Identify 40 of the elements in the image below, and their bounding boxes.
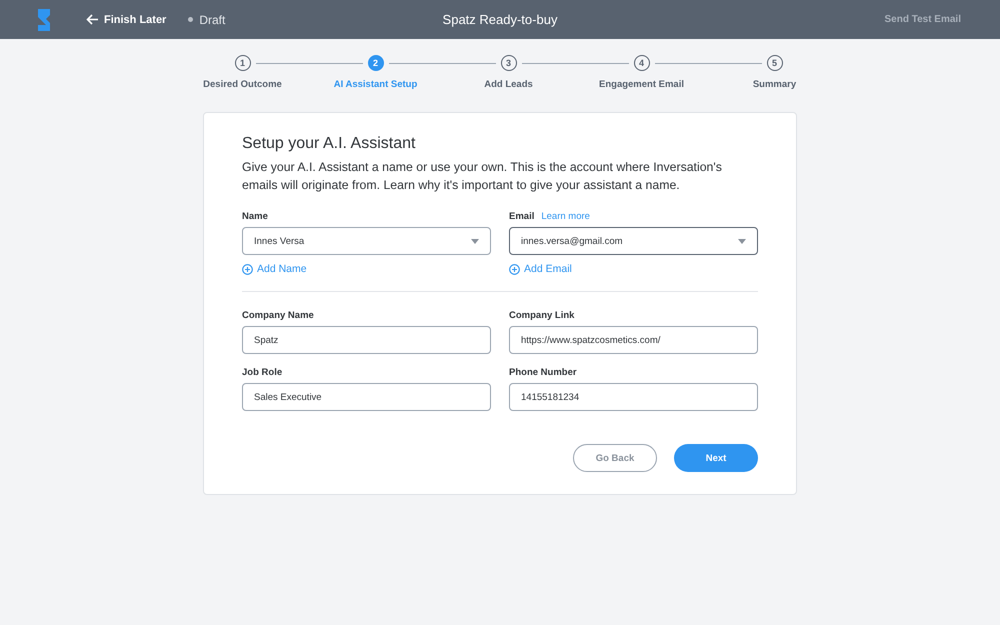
add-link[interactable]: Add Email bbox=[509, 263, 758, 275]
page-title: Spatz Ready-to-buy bbox=[442, 12, 558, 27]
card-description: Give your A.I. Assistant a name or use your own. This is the account where Inversation's emails will originate from. Learn why it's important to give your assistant a name. bbox=[242, 159, 723, 194]
step-label[interactable]: AI Assistant Setup bbox=[334, 79, 418, 90]
input-field[interactable]: Sales Executive bbox=[242, 383, 491, 411]
step-label[interactable]: Desired Outcome bbox=[203, 79, 282, 90]
field-label: Email bbox=[509, 211, 534, 222]
step-number[interactable]: 2 bbox=[368, 55, 384, 71]
step-number[interactable]: 3 bbox=[500, 55, 516, 71]
dropdown-field[interactable]: innes.versa@gmail.com bbox=[509, 227, 758, 255]
step-label[interactable]: Engagement Email bbox=[599, 79, 684, 90]
dropdown-field[interactable]: Innes Versa bbox=[242, 227, 491, 255]
caret-icon bbox=[738, 238, 746, 244]
step-label[interactable]: Summary bbox=[752, 79, 796, 90]
field-label: Company Name bbox=[242, 310, 315, 321]
field-label: Name bbox=[242, 211, 268, 222]
finish-later-link[interactable]: Finish Later bbox=[86, 14, 166, 26]
next-button[interactable]: Next bbox=[674, 444, 758, 472]
add-link[interactable]: Add Name bbox=[242, 263, 491, 275]
field-label: Phone Number bbox=[509, 367, 578, 378]
input-field[interactable]: 14155181234 bbox=[509, 383, 758, 411]
field-label: Company Link bbox=[509, 310, 576, 321]
step-number[interactable]: 5 bbox=[766, 55, 782, 71]
plus-circle-icon bbox=[242, 264, 253, 274]
step-number[interactable]: 4 bbox=[634, 55, 650, 71]
caret-icon bbox=[471, 238, 479, 244]
logo-icon bbox=[38, 8, 50, 30]
step-label[interactable]: Add Leads bbox=[484, 79, 533, 90]
input-field[interactable]: Spatz bbox=[242, 326, 491, 354]
input-field[interactable]: https://www.spatzcosmetics.com/ bbox=[509, 326, 758, 354]
card-title: Setup your A.I. Assistant bbox=[242, 135, 416, 153]
learn-more-link[interactable]: Learn more bbox=[541, 211, 590, 222]
go-back-button[interactable]: Go Back bbox=[573, 444, 657, 472]
field-label: Job Role bbox=[242, 367, 284, 378]
status-dot-icon bbox=[188, 17, 194, 22]
arrow-left-icon bbox=[86, 14, 98, 25]
step-number[interactable]: 1 bbox=[234, 55, 250, 71]
send-test-email-link[interactable]: Send Test Email bbox=[884, 14, 961, 25]
draft-status: Draft bbox=[199, 12, 226, 26]
plus-circle-icon bbox=[509, 264, 520, 274]
